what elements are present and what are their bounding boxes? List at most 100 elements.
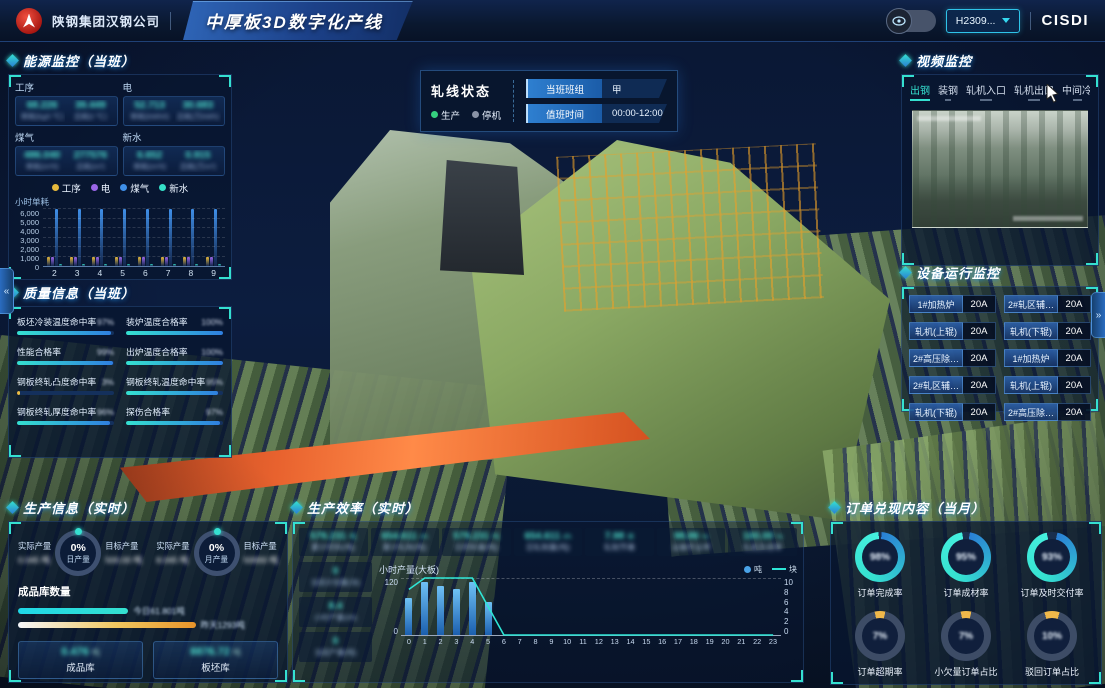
progress-fill	[126, 391, 218, 395]
energy-group-box: 486.040单耗(m³/t)277576总耗(m³)	[15, 146, 118, 176]
x-tick: 4	[89, 268, 112, 278]
energy-group: 新水6.652单耗(m³/t)0.915总耗(万m³)	[123, 130, 226, 176]
panel-production-info: 生产信息（实时） 实际产量0.045 吨0%日产量目标产量500.00 吨实际产…	[8, 497, 288, 683]
video-tab-2[interactable]: 轧机入口	[966, 82, 1006, 101]
equipment-chip: 2#高压除…20A	[1004, 403, 1091, 421]
diamond-icon	[6, 54, 19, 67]
stat-value: 100.00 %	[730, 531, 795, 542]
bar	[210, 257, 213, 266]
header-divider	[170, 12, 171, 30]
energy-group-name: 新水	[123, 130, 226, 144]
gridline	[43, 218, 225, 219]
bar	[150, 264, 153, 266]
quality-label: 装炉温度合格率	[126, 315, 188, 328]
stat-value: 654.611 t/h	[516, 531, 581, 542]
gauge-side-label: 实际产量	[18, 540, 51, 552]
inventory-bar-label: 今日61.801吨	[133, 605, 185, 617]
collapse-right-handle[interactable]: »	[1091, 292, 1105, 338]
panel-frame: 实际产量0.045 吨0%日产量目标产量500.00 吨实际产量8.045 吨0…	[8, 521, 288, 683]
video-tab-4[interactable]: 中间冷	[1062, 82, 1090, 101]
inventory-box-value: 8876.72 吨	[190, 646, 241, 658]
legend-label: 新水	[169, 181, 188, 195]
legend-label: 工序	[62, 181, 81, 195]
progress-fill	[126, 421, 220, 425]
hourly-plot-area	[401, 578, 781, 636]
gauge-name: 日产量	[67, 554, 90, 565]
inventory-box: 0.476 吨成品库	[18, 641, 143, 679]
equipment-chip: 轧机(下辊)20A	[909, 403, 996, 421]
efficiency-side-stat: 0当班计划量(块)	[299, 562, 372, 592]
status-title: 轧线状态	[431, 81, 501, 100]
x-tick: 2	[433, 637, 449, 646]
left-axis-labels: 1200	[379, 578, 401, 636]
efficiency-stat-card: 579.231 吨累计坯料(吨)	[299, 528, 368, 556]
stat-unit: 吨	[349, 532, 357, 541]
energy-group-box: 52.713单耗(kWh/t)30.683总耗(万kWh)	[123, 96, 226, 126]
video-tab-1[interactable]: 装钢	[938, 82, 958, 101]
side-stat-label: 当班计划量(块)	[301, 577, 370, 588]
x-tick: 10	[559, 637, 575, 646]
side-stat-value: 0	[301, 566, 370, 577]
visibility-toggle[interactable]	[888, 10, 936, 32]
x-tick: 3	[448, 637, 464, 646]
panel-title: 生产效率（实时）	[307, 498, 419, 517]
gauge-name: 月产量	[205, 554, 228, 565]
energy-value: 0.915	[175, 150, 221, 161]
energy-group: 煤气486.040单耗(m³/t)277576总耗(m³)	[15, 130, 118, 176]
efficiency-stat-card: 579.231 吨日坯料量(吨)	[442, 528, 511, 556]
inventory-bar-label: 昨天1293吨	[201, 619, 245, 631]
bar	[142, 257, 145, 266]
gauge-side-label: 目标产量	[244, 540, 279, 552]
status-dot-icon	[472, 111, 479, 118]
x-tick: 21	[733, 637, 749, 646]
equipment-label: 2#轧区辅…	[909, 376, 963, 394]
order-donut: 98%订单完成率	[855, 532, 905, 599]
energy-plot-area	[43, 209, 225, 267]
bar	[96, 257, 99, 266]
video-feed[interactable]	[912, 110, 1088, 228]
gauge-dot-icon	[214, 528, 221, 535]
equipment-label: 轧机(上辊)	[909, 322, 963, 340]
quality-label: 探伤合格率	[126, 405, 170, 418]
gauge-center: 0%日产量	[60, 535, 96, 571]
x-tick: 3	[66, 268, 89, 278]
y-tick: 8	[784, 588, 797, 597]
gauge-side-label: 目标产量	[105, 540, 142, 552]
quality-grid: 板坯冷装温度命中率97%装炉温度合格率100%性能合格率99%出炉温度合格率10…	[17, 315, 223, 425]
panel-title-row: 生产效率（实时）	[292, 497, 804, 517]
panel-energy-monitor: 能源监控（当班） 工序68.226单耗(kg/t·℃)39.449总耗(t·℃)…	[8, 50, 232, 280]
status-legend-item: 生产	[431, 108, 460, 122]
donut-ring: 7%	[941, 611, 991, 661]
line-series	[401, 578, 781, 635]
equipment-current-value: 20A	[1058, 376, 1091, 394]
stat-value: 7.98 米	[587, 531, 652, 542]
equipment-chip: 轧机(下辊)20A	[1004, 322, 1091, 340]
y-tick: 0	[379, 627, 398, 636]
x-tick: 6	[496, 637, 512, 646]
panel-title: 视频监控	[916, 51, 972, 70]
status-dot-icon	[431, 111, 438, 118]
inventory-bar-row: 今日61.801吨	[18, 604, 278, 618]
gauge-donut: 0%日产量	[55, 530, 101, 576]
quality-label: 钢板终轧温度命中率	[126, 375, 205, 388]
badge-value: 甲	[602, 79, 667, 98]
page-title: 中厚板3D数字化产线	[205, 13, 383, 32]
x-tick: 6	[134, 268, 157, 278]
equipment-label: 2#高压除…	[1004, 403, 1058, 421]
panel-title: 质量信息（当班）	[23, 283, 135, 302]
gauge-side: 目标产量50000 吨	[244, 540, 279, 566]
energy-cell: 277576总耗(m³)	[67, 150, 113, 172]
diamond-icon	[899, 266, 912, 279]
heat-number-dropdown[interactable]: H2309...	[946, 9, 1021, 33]
quality-item: 探伤合格率97%	[126, 405, 223, 425]
video-tab-0[interactable]: 出钢	[910, 82, 930, 101]
bar	[51, 257, 54, 266]
quality-percent: 100%	[201, 347, 223, 357]
x-tick: 8	[528, 637, 544, 646]
panel-equipment-monitor: 设备运行监控 1#加热炉20A2#轧区辅…20A轧机(上辊)20A轧机(下辊)2…	[901, 262, 1099, 412]
legend-label: 吨	[754, 564, 762, 575]
quality-label: 钢板终轧凸度命中率	[17, 375, 96, 388]
gauge-dot-icon	[75, 528, 82, 535]
legend-line-icon	[772, 568, 786, 570]
collapse-left-handle[interactable]: «	[0, 268, 14, 314]
